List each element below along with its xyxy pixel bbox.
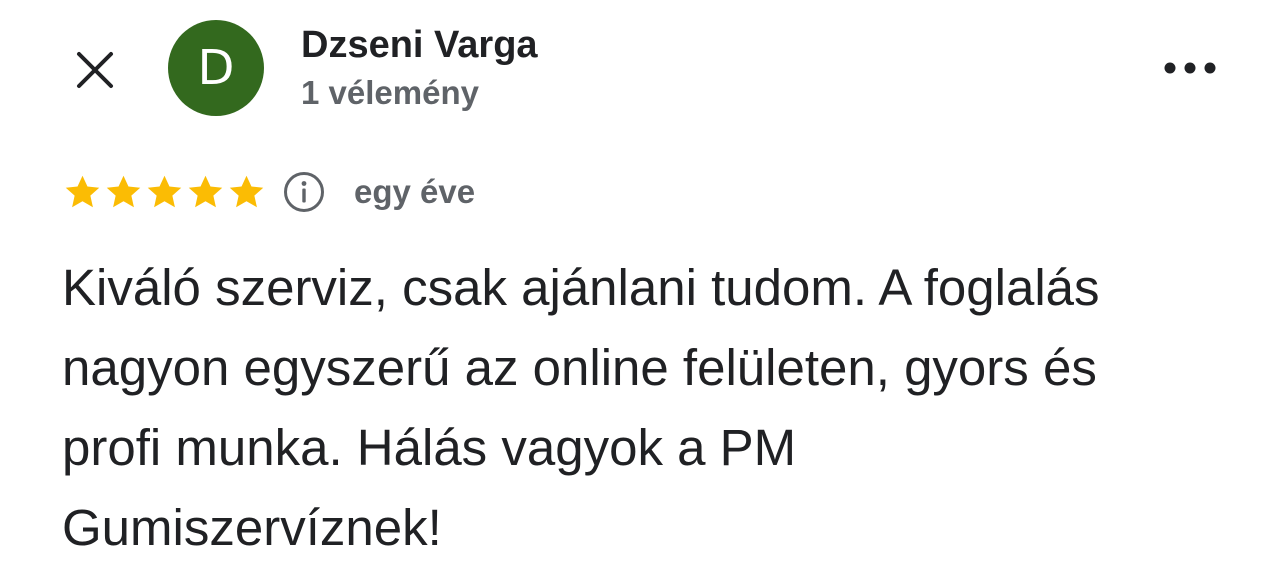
star-icon — [106, 175, 141, 207]
more-options-button[interactable] — [1160, 46, 1220, 90]
info-icon — [284, 172, 324, 212]
star-rating — [62, 172, 267, 213]
review-date: egy éve — [354, 173, 476, 210]
info-button[interactable] — [282, 170, 326, 214]
close-button[interactable] — [70, 45, 120, 95]
avatar-letter: D — [197, 40, 235, 96]
more-horizontal-icon — [1164, 62, 1216, 74]
rating-row: egy éve — [62, 168, 475, 216]
review-count: 1 vélemény — [301, 74, 479, 111]
reviewer-name[interactable]: Dzseni Varga — [301, 24, 538, 67]
star-icon — [229, 175, 264, 207]
star-icon — [188, 175, 223, 207]
star-icon — [65, 175, 100, 207]
avatar[interactable]: D — [168, 20, 264, 116]
close-icon — [77, 52, 113, 88]
star-icon — [147, 175, 182, 207]
review-text: Kiváló szerviz, csak ajánlani tudom. A f… — [62, 259, 1100, 556]
